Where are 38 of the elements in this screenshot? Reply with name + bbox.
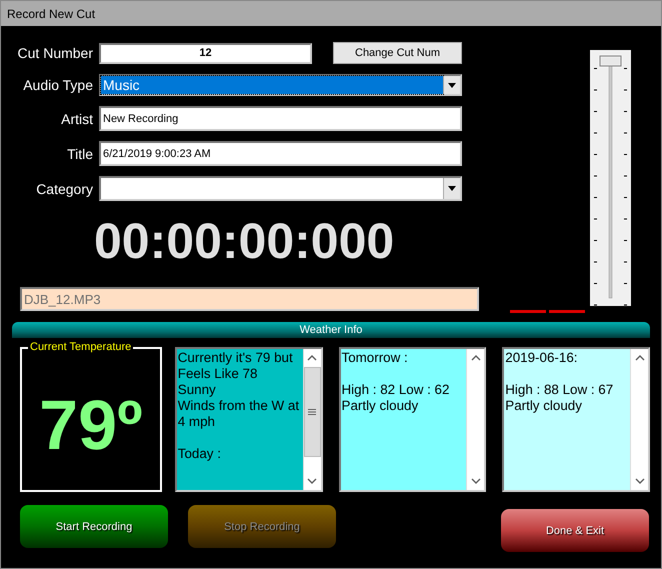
- weather-text-box[interactable]: 2019-06-16: High : 88 Low : 67 Partly cloudy: [502, 347, 650, 492]
- field-label: Audio Type: [22, 77, 94, 93]
- level-meter: [549, 310, 585, 313]
- scrollbar[interactable]: [630, 349, 648, 490]
- start-recording-button[interactable]: Start Recording: [20, 505, 168, 548]
- slider-thumb[interactable]: [600, 56, 622, 66]
- input-field[interactable]: 12: [99, 42, 312, 64]
- weather-text-box[interactable]: Tomorrow : High : 82 Low : 62 Partly cloudy: [338, 347, 486, 492]
- dropdown-arrow-icon[interactable]: [448, 82, 456, 88]
- temperature-value: 79º: [39, 384, 143, 464]
- level-meter: [510, 310, 546, 313]
- scroll-down-icon[interactable]: [634, 477, 645, 485]
- volume-slider[interactable]: [590, 50, 631, 306]
- field-label: Category: [35, 180, 94, 196]
- change-cut-num-button[interactable]: Change Cut Num: [333, 42, 462, 64]
- weather-text-box[interactable]: Currently it's 79 but Feels Like 78 Sunny Winds from the W at 4 mph Today :: [174, 347, 323, 492]
- scroll-down-icon[interactable]: [470, 477, 481, 485]
- timer-display: 00:00:00:000: [93, 213, 396, 269]
- field-label: Cut Number: [16, 45, 94, 61]
- scroll-up-icon[interactable]: [307, 354, 318, 362]
- panel-label: Current Temperature: [28, 341, 134, 353]
- dropdown[interactable]: Music: [99, 74, 462, 96]
- scroll-thumb[interactable]: [304, 367, 321, 457]
- scrollbar[interactable]: [302, 349, 321, 490]
- done-exit-button[interactable]: Done & Exit: [501, 509, 649, 552]
- scroll-down-icon[interactable]: [307, 477, 318, 485]
- field-label: Artist: [60, 110, 94, 126]
- input-field[interactable]: New Recording: [99, 106, 462, 131]
- dropdown-arrow-icon[interactable]: [448, 186, 456, 191]
- dropdown[interactable]: [99, 176, 462, 201]
- scroll-up-icon[interactable]: [634, 354, 645, 362]
- scroll-up-icon[interactable]: [470, 354, 481, 362]
- input-field[interactable]: 6/21/2019 9:00:23 AM: [99, 141, 462, 166]
- field-label: Title: [66, 146, 94, 162]
- scrollbar[interactable]: [466, 349, 484, 490]
- input-field[interactable]: DJB_12.MP3: [20, 287, 479, 311]
- window-title: Record New Cut: [7, 6, 96, 20]
- weather-info-header: Weather Info: [12, 322, 650, 338]
